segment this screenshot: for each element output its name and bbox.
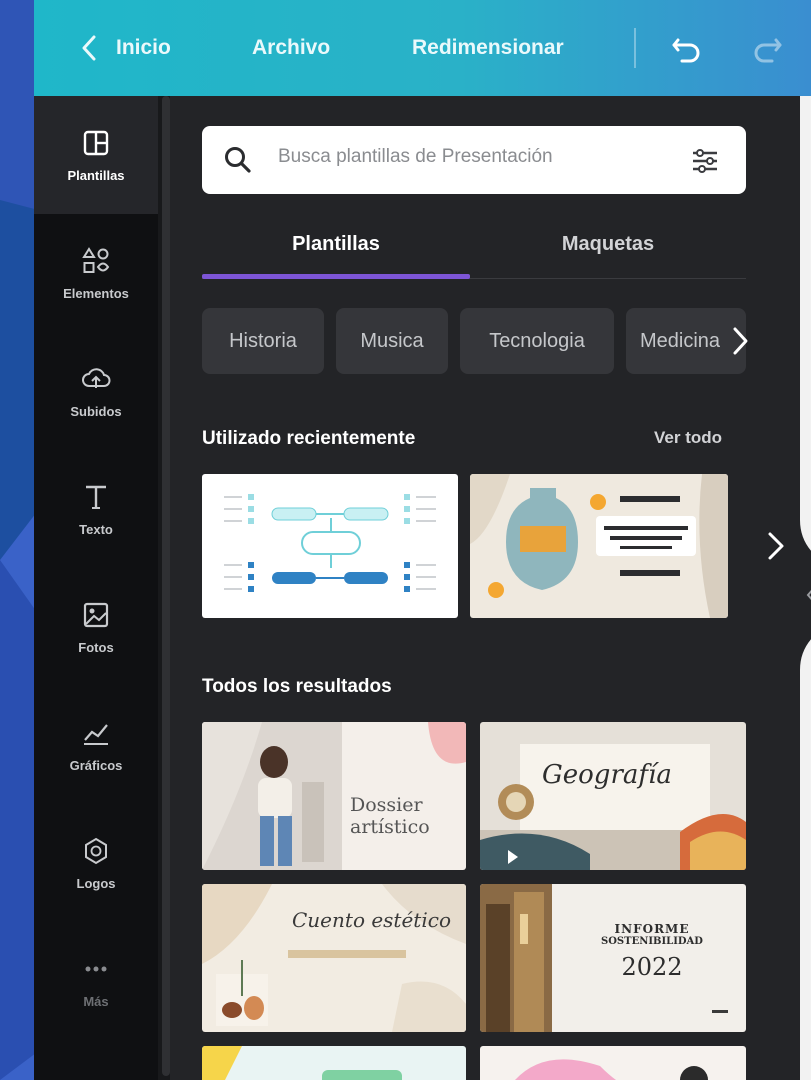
chart-icon — [84, 723, 108, 745]
partial-preview — [515, 1059, 708, 1080]
chevron-left-icon[interactable] — [74, 30, 104, 66]
more-icon — [85, 966, 107, 971]
templates-panel: Busca plantillas de Presentación Plantil… — [170, 96, 800, 1080]
rail-label: Fotos — [78, 639, 114, 655]
recent-section-title: Utilizado recientemente — [202, 428, 416, 449]
informe-subtitle: SOSTENIBILIDAD — [601, 936, 703, 947]
template-partial-left[interactable] — [202, 1046, 466, 1080]
redo-icon[interactable] — [748, 28, 788, 68]
recent-template-history[interactable] — [470, 474, 728, 618]
cuento-title: Cuento estético — [292, 908, 451, 932]
dossier-subtitle: artístico — [350, 816, 430, 838]
templates-icon — [83, 130, 109, 155]
geografia-title: Geografía — [542, 760, 672, 790]
photo-icon — [83, 602, 109, 627]
chevron-right-icon[interactable] — [764, 526, 788, 566]
cuento-preview — [202, 884, 466, 1032]
topbar-divider — [634, 28, 636, 68]
search-box[interactable]: Busca plantillas de Presentación — [202, 126, 746, 194]
rail-item-uploads[interactable]: Subidos — [34, 332, 158, 450]
rail-label: Subidos — [70, 403, 122, 419]
chip-musica[interactable]: Musica — [336, 308, 448, 374]
rail-item-charts[interactable]: Gráficos — [34, 686, 158, 804]
left-rail: Plantillas Elementos Subidos Texto Fotos… — [34, 96, 158, 1080]
rail-item-photos[interactable]: Fotos — [34, 568, 158, 686]
rail-item-text[interactable]: Texto — [34, 450, 158, 568]
informe-year: 2022 — [621, 953, 683, 981]
mindmap-preview — [224, 494, 436, 592]
undo-icon[interactable] — [666, 28, 706, 68]
search-icon — [225, 147, 251, 173]
rail-item-templates[interactable]: Plantillas — [34, 96, 158, 214]
informe-title: INFORME — [614, 922, 690, 936]
template-cuento[interactable]: Cuento estético — [202, 884, 466, 1032]
rail-label: Plantillas — [67, 167, 125, 183]
rail-scrollbar[interactable] — [162, 96, 170, 1076]
template-dossier[interactable]: Dossier artístico — [202, 722, 466, 870]
search-input[interactable]: Busca plantillas de Presentación — [278, 146, 553, 168]
upload-cloud-icon — [82, 367, 111, 388]
template-partial-right[interactable] — [480, 1046, 746, 1080]
recent-template-mindmap[interactable] — [202, 474, 458, 618]
partial-preview — [202, 1046, 402, 1080]
top-bar: Inicio Archivo Redimensionar — [34, 0, 811, 96]
results-section-title: Todos los resultados — [202, 676, 392, 697]
rail-item-more[interactable]: Más — [34, 922, 158, 1040]
history-preview — [470, 474, 728, 618]
rail-item-logos[interactable]: Logos — [34, 804, 158, 922]
tab-templates[interactable]: Plantillas — [202, 224, 470, 264]
rail-label: Gráficos — [69, 757, 123, 773]
see-all-link[interactable]: Ver todo — [654, 428, 722, 448]
template-geografia[interactable]: Geografía — [480, 722, 746, 870]
tab-mockups[interactable]: Maquetas — [470, 224, 746, 264]
filter-icon[interactable] — [688, 144, 722, 178]
resize-button[interactable]: Redimensionar — [412, 30, 564, 66]
active-tab-indicator — [202, 274, 470, 279]
text-icon — [86, 485, 106, 509]
elements-icon — [82, 246, 110, 273]
rail-item-elements[interactable]: Elementos — [34, 214, 158, 332]
file-menu[interactable]: Archivo — [252, 30, 330, 66]
editor-window: Inicio Archivo Redimensionar Plantillas … — [34, 0, 811, 1080]
rail-label: Logos — [76, 875, 116, 891]
chevron-right-icon[interactable] — [726, 324, 756, 358]
rail-label: Más — [83, 993, 109, 1009]
chip-tecnologia[interactable]: Tecnologia — [460, 308, 614, 374]
logo-icon — [85, 837, 107, 864]
chip-historia[interactable]: Historia — [202, 308, 324, 374]
panel-collapse-handle[interactable] — [800, 520, 811, 670]
dossier-title: Dossier — [350, 794, 423, 816]
template-informe[interactable]: INFORME SOSTENIBILIDAD 2022 — [480, 884, 746, 1032]
rail-label: Texto — [79, 521, 113, 537]
home-link[interactable]: Inicio — [116, 30, 171, 66]
geografia-preview — [480, 744, 746, 870]
rail-label: Elementos — [63, 285, 129, 301]
